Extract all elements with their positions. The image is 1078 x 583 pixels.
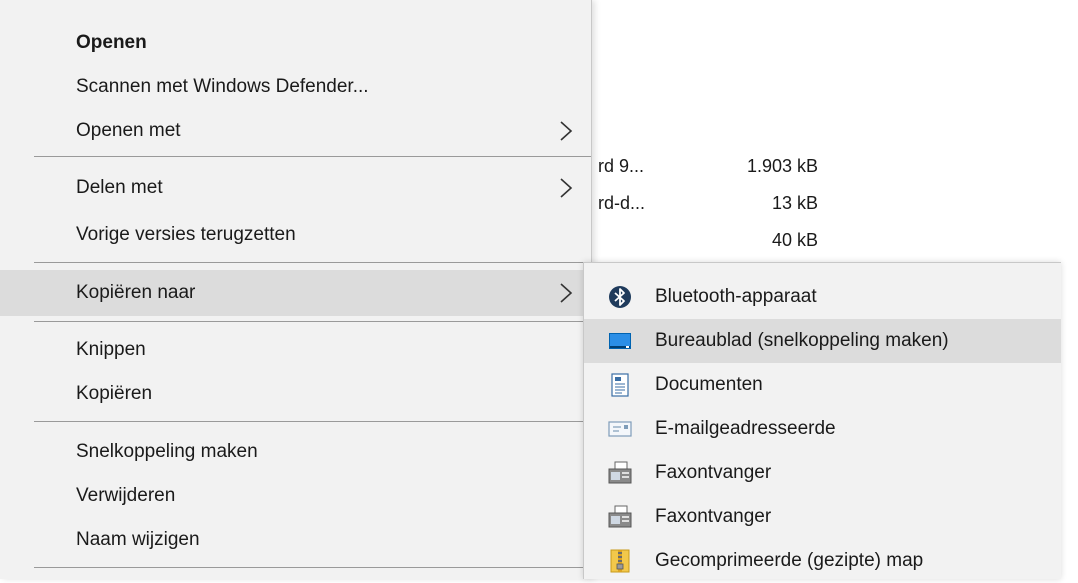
file-size: 1.903 kB — [746, 156, 818, 176]
menu-item-naam-wijzigen[interactable]: Naam wijzigen — [0, 517, 591, 563]
menu-item-kopieren-naar[interactable]: Kopiëren naar — [0, 270, 591, 316]
menu-item-label: Naam wijzigen — [76, 529, 200, 550]
submenu-item-bluetooth[interactable]: Bluetooth-apparaat — [584, 275, 1061, 319]
menu-separator — [34, 421, 591, 422]
submenu-item-label: Documenten — [655, 374, 763, 395]
menu-item-label: Knippen — [76, 339, 146, 360]
context-menu: Openen Scannen met Windows Defender... O… — [0, 0, 592, 579]
file-name: rd 9... — [598, 156, 645, 176]
chevron-right-icon — [560, 121, 573, 141]
menu-item-label: Scannen met Windows Defender... — [76, 76, 369, 97]
menu-separator — [34, 156, 591, 157]
submenu-item-label: Gecomprimeerde (gezipte) map — [655, 550, 924, 571]
bluetooth-icon — [609, 286, 631, 308]
submenu-item-label: Faxontvanger — [655, 506, 772, 527]
menu-item-delen-met[interactable]: Delen met — [0, 165, 591, 211]
submenu-item-fax-2[interactable]: Faxontvanger — [584, 495, 1061, 539]
menu-item-label: Delen met — [76, 177, 163, 198]
desktop-icon — [609, 333, 631, 349]
mail-recipient-icon — [608, 421, 632, 437]
submenu-item-zip[interactable]: Gecomprimeerde (gezipte) map — [584, 539, 1061, 583]
explorer-file-list — [595, 0, 1078, 260]
submenu-item-documenten[interactable]: Documenten — [584, 363, 1061, 407]
submenu-item-label: E-mailgeadresseerde — [655, 418, 836, 439]
file-size: 13 kB — [771, 193, 818, 213]
fax-icon — [608, 461, 632, 484]
file-name: rd-d... — [598, 193, 646, 213]
menu-item-openen[interactable]: Openen — [0, 20, 591, 66]
submenu-item-label: Faxontvanger — [655, 462, 772, 483]
file-size: 40 kB — [771, 230, 818, 250]
menu-item-openen-met[interactable]: Openen met — [0, 108, 591, 154]
menu-item-label: Snelkoppeling maken — [76, 441, 258, 462]
menu-separator — [34, 262, 591, 263]
menu-item-label: Openen — [76, 32, 147, 53]
menu-item-verwijderen[interactable]: Verwijderen — [0, 473, 591, 519]
fax-icon — [608, 505, 632, 528]
submenu-item-email[interactable]: E-mailgeadresseerde — [584, 407, 1061, 451]
menu-item-label: Verwijderen — [76, 485, 176, 506]
submenu-item-bureaublad[interactable]: Bureaublad (snelkoppeling maken) — [584, 319, 1061, 363]
chevron-right-icon — [560, 178, 573, 198]
documents-icon — [611, 373, 629, 397]
menu-item-kopieren[interactable]: Kopiëren — [0, 371, 591, 417]
submenu-kopieren-naar: Bluetooth-apparaat Bureaublad (snelkoppe… — [583, 262, 1061, 579]
menu-separator — [34, 567, 591, 568]
menu-item-label: Vorige versies terugzetten — [76, 224, 296, 245]
menu-item-label: Openen met — [76, 120, 181, 141]
menu-item-scan-defender[interactable]: Scannen met Windows Defender... — [0, 64, 591, 110]
zip-folder-icon — [610, 549, 630, 573]
menu-item-label: Kopiëren — [76, 383, 153, 404]
chevron-right-icon — [560, 283, 573, 303]
submenu-item-label: Bureaublad (snelkoppeling maken) — [655, 330, 949, 351]
menu-item-knippen[interactable]: Knippen — [0, 327, 591, 373]
menu-item-vorige-versies[interactable]: Vorige versies terugzetten — [0, 212, 591, 258]
menu-item-label: Kopiëren naar — [76, 282, 196, 303]
menu-item-snelkoppeling[interactable]: Snelkoppeling maken — [0, 429, 591, 475]
submenu-item-fax-1[interactable]: Faxontvanger — [584, 451, 1061, 495]
menu-separator — [34, 321, 591, 322]
submenu-item-label: Bluetooth-apparaat — [655, 286, 817, 307]
